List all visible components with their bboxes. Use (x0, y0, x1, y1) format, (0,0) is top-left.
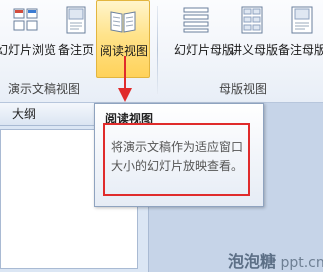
handout-master-label: 讲义母版 (230, 43, 279, 57)
slide-master-label: 幻灯片母版 (174, 43, 235, 57)
group-separator (157, 6, 158, 94)
watermark-site: ppt.cn (280, 255, 323, 271)
notes-page-icon (66, 6, 86, 34)
reading-view-icon (110, 11, 136, 33)
notes-page-button[interactable]: 备注页 (56, 0, 96, 78)
handout-master-button[interactable]: 讲义母版 (228, 0, 280, 78)
notes-master-icon (291, 6, 313, 34)
handout-master-icon (241, 6, 263, 34)
slide-master-icon (183, 7, 209, 33)
slide-sorter-button[interactable]: 幻灯片浏览 (0, 0, 56, 78)
watermark-brand: 泡泡糖 (228, 252, 277, 271)
slide-master-button[interactable]: 幻灯片母版 (172, 0, 234, 78)
notes-master-button[interactable]: 备注母版 (276, 0, 323, 78)
slide-sorter-label: 幻灯片浏览 (0, 43, 57, 57)
pointer-arrow-icon (118, 56, 132, 102)
tab-outline[interactable]: 大纲 (6, 103, 42, 125)
highlight-box (103, 123, 250, 196)
notes-master-label: 备注母版 (278, 43, 323, 57)
notes-page-label: 备注页 (58, 43, 95, 57)
presentation-views-group-label: 演示文稿视图 (8, 82, 81, 96)
slide-sorter-icon (13, 8, 38, 31)
master-views-group-label: 母版视图 (219, 82, 268, 96)
watermark: 泡泡糖 ppt.cn (228, 248, 323, 272)
ribbon: 幻灯片浏览 备注页 阅读视图 演示文稿视图 幻灯片母版 讲义母版 备注母版 母版… (0, 0, 323, 103)
